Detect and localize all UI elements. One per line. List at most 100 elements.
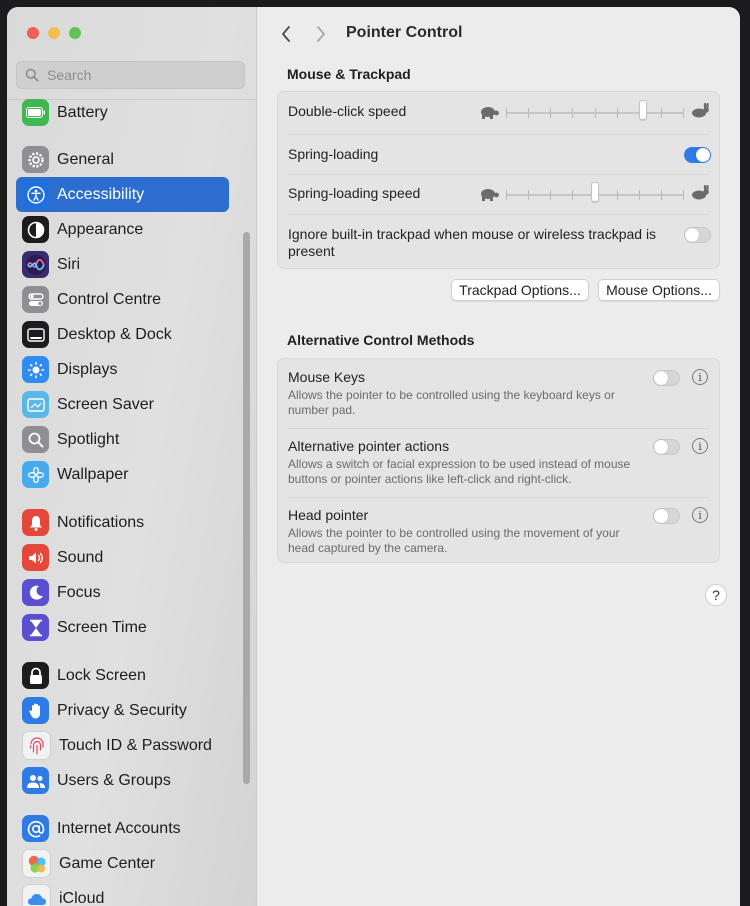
sidebar-item-displays[interactable]: Displays: [16, 352, 229, 387]
zoom-window-button[interactable]: [69, 27, 81, 39]
info-icon[interactable]: i: [692, 369, 708, 385]
notifications-icon: [22, 509, 49, 536]
sidebar-item-label: Screen Saver: [57, 395, 154, 413]
sidebar-scrollbar[interactable]: [243, 232, 250, 784]
slider-thumb[interactable]: [591, 182, 599, 202]
mouse-trackpad-panel: Double-click speed Spring-loading Spring…: [277, 91, 720, 269]
back-button[interactable]: [275, 23, 297, 45]
spring-speed-slider[interactable]: [506, 182, 684, 202]
toggle-knob: [654, 509, 668, 523]
mouse-trackpad-title: Mouse & Trackpad: [287, 66, 411, 82]
sidebar-item-sound[interactable]: Sound: [16, 540, 229, 575]
icloud-icon: [22, 884, 51, 906]
chevron-right-icon: [317, 26, 325, 42]
sidebar-item-label: Spotlight: [57, 430, 120, 448]
sidebar-item-game-center[interactable]: Game Center: [16, 846, 229, 881]
slider-tick: [683, 190, 684, 200]
spring-loading-toggle[interactable]: [684, 147, 711, 163]
screen-time-icon: [22, 614, 49, 641]
chevron-left-icon: [282, 26, 290, 42]
toggle-knob: [685, 228, 699, 242]
search-input[interactable]: [45, 66, 229, 84]
sidebar-item-label: iCloud: [59, 889, 105, 906]
double-click-label: Double-click speed: [288, 103, 407, 119]
hare-icon: [692, 103, 709, 118]
sidebar-item-appearance[interactable]: Appearance: [16, 212, 229, 247]
sidebar-item-label: Privacy & Security: [57, 701, 187, 719]
slider-tick: [661, 190, 662, 200]
fingerprint-icon: [22, 731, 51, 760]
sidebar-item-label: Wallpaper: [57, 465, 129, 483]
window-controls: [27, 27, 81, 39]
sidebar-item-screen-saver[interactable]: Screen Saver: [16, 387, 229, 422]
sidebar-item-notifications[interactable]: Notifications: [16, 505, 229, 540]
sidebar-item-touch-id-and-password[interactable]: Touch ID & Password: [16, 728, 229, 763]
sidebar-item-icloud[interactable]: iCloud: [16, 881, 229, 906]
sound-icon: [22, 544, 49, 571]
slider-thumb[interactable]: [639, 100, 647, 120]
sidebar-item-label: Focus: [57, 583, 101, 601]
mouse-keys-toggle[interactable]: [653, 370, 680, 386]
sidebar-item-label: Control Centre: [57, 290, 162, 308]
slider-tick: [572, 190, 573, 200]
sidebar-item-siri[interactable]: Siri: [16, 247, 229, 282]
close-window-button[interactable]: [27, 27, 39, 39]
sidebar-item-wallpaper[interactable]: Wallpaper: [16, 457, 229, 492]
sidebar-item-label: Game Center: [59, 854, 156, 872]
alternative-pointer-actions-toggle[interactable]: [653, 439, 680, 455]
page-title: Pointer Control: [346, 24, 463, 41]
info-icon[interactable]: i: [692, 507, 708, 523]
ignore-trackpad-label: Ignore built-in trackpad when mouse or w…: [288, 226, 657, 259]
slider-tick: [550, 108, 551, 118]
forward-button[interactable]: [310, 23, 332, 45]
sidebar-item-label: Notifications: [57, 513, 145, 531]
slider-tick: [683, 108, 684, 118]
sidebar-item-lock-screen[interactable]: Lock Screen: [16, 658, 229, 693]
sidebar-item-focus[interactable]: Focus: [16, 575, 229, 610]
slider-tick: [595, 108, 596, 118]
help-button[interactable]: ?: [705, 584, 727, 606]
sidebar-item-screen-time[interactable]: Screen Time: [16, 610, 229, 645]
siri-icon: [22, 251, 49, 278]
sidebar-item-label: Battery: [57, 103, 108, 121]
alternative-methods-title: Alternative Control Methods: [287, 332, 475, 348]
sidebar-item-general[interactable]: General: [16, 142, 229, 177]
slider-tick: [528, 190, 529, 200]
sidebar-item-users-and-groups[interactable]: Users & Groups: [16, 763, 229, 798]
sidebar-item-privacy-and-security[interactable]: Privacy & Security: [16, 693, 229, 728]
toggle-knob: [696, 148, 710, 162]
sidebar-item-spotlight[interactable]: Spotlight: [16, 422, 229, 457]
head-pointer-toggle[interactable]: [653, 508, 680, 524]
head-pointer-description: Allows the pointer to be controlled usin…: [288, 526, 620, 555]
users-icon: [22, 767, 49, 794]
alternative-pointer-actions-row: Alternative pointer actions Allows a swit…: [278, 428, 719, 497]
sidebar-item-label: General: [57, 150, 114, 168]
sidebar-item-label: Siri: [57, 255, 81, 273]
sidebar-item-accessibility[interactable]: Accessibility: [16, 177, 229, 212]
search-icon: [25, 68, 39, 82]
sidebar-item-battery[interactable]: Battery: [16, 95, 229, 130]
displays-icon: [22, 356, 49, 383]
mouse-options-button[interactable]: Mouse Options...: [598, 279, 720, 301]
ignore-trackpad-toggle[interactable]: [684, 227, 711, 243]
sidebar-item-desktop-and-dock[interactable]: Desktop & Dock: [16, 317, 229, 352]
gear-icon: [22, 146, 49, 173]
info-icon[interactable]: i: [692, 438, 708, 454]
minimize-window-button[interactable]: [48, 27, 60, 39]
sidebar-item-internet-accounts[interactable]: Internet Accounts: [16, 811, 229, 846]
appearance-icon: [22, 216, 49, 243]
sidebar-item-label: Displays: [57, 360, 118, 378]
slider-tick: [617, 190, 618, 200]
sidebar: Battery General Accessibility Appearance Sir…: [7, 7, 257, 906]
double-click-slider[interactable]: [506, 100, 684, 120]
toggle-knob: [654, 440, 668, 454]
sidebar-item-label: Accessibility: [57, 185, 145, 203]
mouse-keys-label: Mouse Keys: [288, 369, 366, 385]
search-field[interactable]: [16, 61, 245, 89]
tortoise-icon: [481, 107, 499, 119]
sidebar-item-control-centre[interactable]: Control Centre: [16, 282, 229, 317]
main-pane: Pointer Control Mouse & Trackpad Double-…: [257, 7, 740, 906]
sidebar-item-label: Desktop & Dock: [57, 325, 172, 343]
trackpad-options-button[interactable]: Trackpad Options...: [451, 279, 589, 301]
sidebar-item-label: Lock Screen: [57, 666, 146, 684]
